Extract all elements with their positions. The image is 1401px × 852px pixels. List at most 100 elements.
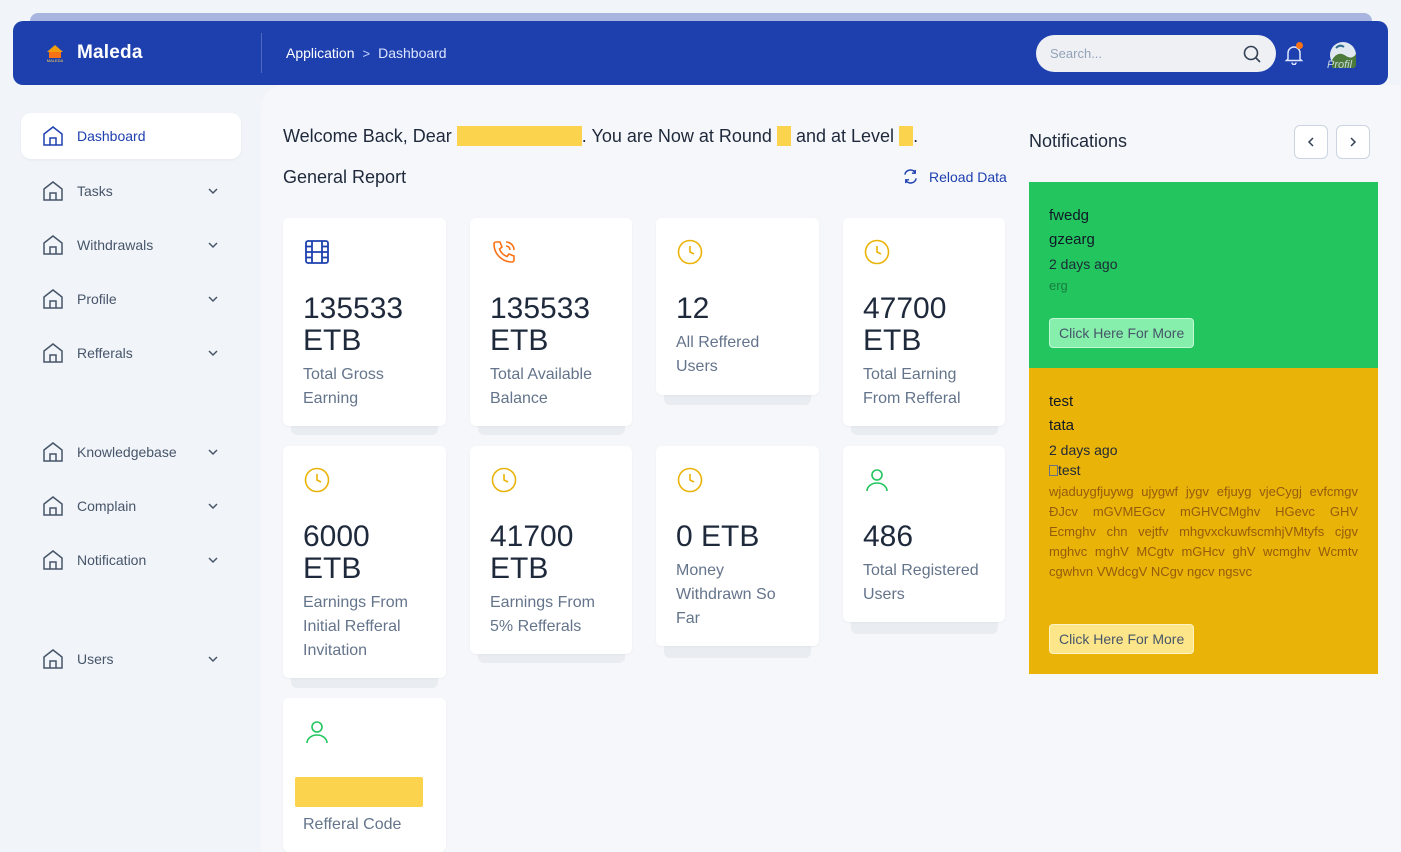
notification-title: fwedg — [1049, 207, 1090, 224]
sidebar-item-label: Complain — [77, 498, 137, 514]
reload-data-button[interactable]: Reload Data — [902, 168, 1007, 185]
top-navbar: MALEDA Maleda Application > Dashboard Pr… — [13, 21, 1388, 85]
stat-card-total-available-balance: 135533 ETB Total Available Balance — [470, 218, 633, 436]
broken-image-icon — [1049, 465, 1058, 476]
sidebar-item-label: Profile — [77, 291, 117, 307]
welcome-round-text: . You are Now at Round — [581, 126, 777, 146]
home-icon — [43, 550, 63, 570]
stat-label: Total Registered Users — [863, 562, 979, 603]
chevron-down-icon — [208, 242, 218, 249]
next-notification-button[interactable] — [1336, 125, 1370, 159]
clock-icon — [304, 467, 330, 493]
notifications-title: Notifications — [1029, 131, 1128, 151]
breadcrumb-current: Dashboard — [378, 45, 447, 61]
stat-card-5-percent-refferal-earnings: 41700 ETB Earnings From 5% Refferals — [470, 446, 633, 664]
stat-label: Total Available Balance — [490, 366, 592, 407]
user-icon — [306, 721, 328, 744]
home-icon — [43, 442, 63, 462]
user-name-redacted: Maleda Mlechy — [456, 126, 582, 146]
reload-label: Reload Data — [929, 168, 1007, 185]
stat-card-initial-refferal-earnings: 6000 ETB Earnings From Initial Refferal … — [283, 446, 446, 690]
stat-card-money-withdrawn: 0 ETB Money Withdrawn So Far — [656, 446, 819, 660]
clock-icon — [864, 239, 890, 265]
card-body: 0 ETB Money Withdrawn So Far — [656, 446, 819, 646]
sidebar-item-label: Users — [77, 651, 114, 667]
chevron-down-icon — [208, 350, 218, 357]
stat-value: 0 ETB — [676, 520, 760, 553]
notification-title: test — [1049, 393, 1074, 410]
notification-time: 2 days ago — [1049, 442, 1118, 458]
chevron-down-icon — [208, 503, 218, 510]
home-icon — [43, 343, 63, 363]
breadcrumb-separator: > — [362, 45, 371, 61]
stat-value: 6000 ETB — [303, 520, 370, 585]
stat-label: Money Withdrawn So Far — [676, 562, 776, 627]
stat-card-all-reffered-users: 12 All Reffered Users — [656, 218, 819, 406]
sidebar-item-withdrawals[interactable]: Withdrawals — [21, 222, 241, 268]
stat-value: 41700 ETB — [490, 520, 574, 585]
avatar-alt-text: Profil — [1327, 59, 1353, 71]
stat-value: 47700 ETB — [863, 292, 947, 357]
card-body: 41700 ETB Earnings From 5% Refferals — [470, 446, 632, 654]
stat-label: Refferal Code — [303, 816, 402, 833]
stat-label: Earnings From Initial Refferal Invitatio… — [303, 594, 408, 659]
home-icon — [43, 126, 63, 146]
film-icon — [305, 240, 329, 264]
chevron-left-icon — [1307, 137, 1314, 147]
card-body: Refferal Code — [283, 698, 446, 852]
click-for-more-button[interactable]: Click Here For More — [1049, 318, 1195, 348]
refferal-code-redacted — [295, 777, 423, 807]
general-report-title: General Report — [283, 167, 407, 187]
chevron-down-icon — [208, 557, 218, 564]
sidebar-item-dashboard[interactable]: Dashboard — [21, 113, 241, 159]
round-value-redacted: 1 — [776, 126, 791, 146]
breadcrumb-application[interactable]: Application — [286, 45, 355, 61]
chevron-down-icon — [208, 449, 218, 456]
notification-subtitle: tata — [1049, 417, 1075, 434]
sidebar-item-refferals[interactable]: Refferals — [21, 330, 241, 376]
home-icon — [43, 235, 63, 255]
clock-icon — [677, 239, 703, 265]
clock-icon — [677, 467, 703, 493]
card-body: 486 Total Registered Users — [843, 446, 1005, 622]
stat-label: All Reffered Users — [676, 334, 760, 375]
click-for-more-button[interactable]: Click Here For More — [1049, 624, 1195, 654]
home-icon — [43, 649, 63, 669]
card-shadow — [851, 622, 998, 634]
welcome-prefix: Welcome Back, Dear — [283, 126, 457, 146]
chevron-down-icon — [208, 296, 218, 303]
sidebar-item-notification[interactable]: Notification — [21, 537, 241, 583]
home-icon — [43, 289, 63, 309]
brand-name[interactable]: Maleda — [77, 42, 143, 64]
stat-label: Earnings From 5% Refferals — [490, 594, 595, 635]
card-body: 47700 ETB Total Earning From Refferal — [843, 218, 1005, 426]
previous-notification-button[interactable] — [1294, 125, 1328, 159]
sidebar-item-label: Dashboard — [77, 128, 146, 144]
stat-card-total-earning-from-refferal: 47700 ETB Total Earning From Refferal — [843, 218, 1006, 436]
stat-value: 135533 ETB — [490, 292, 591, 357]
sidebar-item-label: Withdrawals — [77, 237, 154, 253]
sidebar-item-profile[interactable]: Profile — [21, 276, 241, 322]
stat-label: Total Gross Earning — [303, 366, 384, 407]
sidebar-item-tasks[interactable]: Tasks — [21, 168, 241, 214]
search-input[interactable] — [1050, 46, 1242, 61]
search-icon[interactable] — [1242, 44, 1262, 64]
chevron-right-icon — [1350, 137, 1357, 147]
welcome-message: Welcome Back, Dear Maleda Mlechy. You ar… — [283, 126, 918, 147]
sidebar-item-label: Knowledgebase — [77, 444, 177, 460]
stat-card-total-gross-earning: 135533 ETB Total Gross Earning — [283, 218, 446, 436]
sidebar-item-knowledgebase[interactable]: Knowledgebase — [21, 429, 241, 475]
sidebar-item-complain[interactable]: Complain — [21, 483, 241, 529]
home-icon — [43, 181, 63, 201]
image-alt-text: test — [1058, 462, 1081, 478]
notification-body: wjaduygfjuywg ujygwf jygv efjuyg vjeCygj… — [1049, 484, 1358, 579]
notification-subtitle: gzearg — [1049, 231, 1095, 248]
search-box — [1036, 35, 1276, 72]
home-icon — [43, 496, 63, 516]
card-body: 6000 ETB Earnings From Initial Refferal … — [283, 446, 446, 678]
broken-image: test — [1049, 460, 1358, 480]
card-shadow — [664, 646, 811, 658]
notification-dot — [1296, 42, 1303, 49]
level-value-redacted: 1 — [899, 126, 914, 146]
sidebar-item-users[interactable]: Users — [21, 636, 241, 682]
